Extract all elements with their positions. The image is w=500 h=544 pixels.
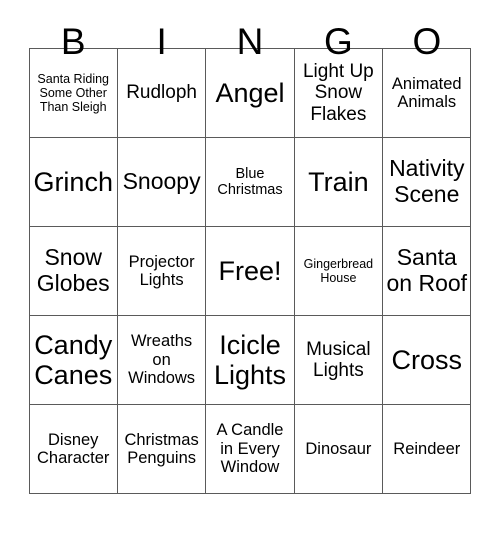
- bingo-cell[interactable]: Icicle Lights: [205, 315, 295, 405]
- bingo-row: Grinch Snoopy Blue Christmas Train Nativ…: [28, 137, 472, 227]
- bingo-cell-label: Grinch: [33, 166, 113, 197]
- bingo-cell[interactable]: Grinch: [28, 137, 118, 227]
- bingo-cell[interactable]: Train: [293, 137, 384, 227]
- bingo-cell-label: Free!: [218, 255, 282, 286]
- bingo-row: Disney Character Christmas Penguins A Ca…: [28, 404, 472, 494]
- bingo-cell[interactable]: Santa on Roof: [382, 226, 472, 316]
- bingo-cell[interactable]: Nativity Scene: [382, 137, 472, 227]
- bingo-cell-label: Blue Christmas: [217, 165, 283, 198]
- bingo-cell[interactable]: Disney Character: [28, 404, 118, 494]
- header-letter-b: B: [60, 21, 86, 62]
- bingo-header: B I N G O: [29, 0, 471, 62]
- bingo-card: B I N G O Santa Riding Some Other Than S…: [0, 0, 500, 544]
- bingo-cell[interactable]: Dinosaur: [293, 404, 384, 494]
- bingo-cell-label: Icicle Lights: [213, 329, 287, 390]
- bingo-cell-label: Dinosaur: [305, 439, 372, 458]
- bingo-cell-label: Projector Lights: [128, 252, 195, 289]
- bingo-cell-label: Christmas Penguins: [124, 430, 199, 467]
- bingo-cell-label: Rudloph: [126, 82, 197, 104]
- bingo-cell[interactable]: Christmas Penguins: [116, 404, 207, 494]
- bingo-cell[interactable]: Snoopy: [116, 137, 207, 227]
- bingo-cell-label: Musical Lights: [306, 338, 371, 381]
- header-letter-i: I: [156, 21, 167, 62]
- bingo-cell-label: Snow Globes: [36, 244, 110, 296]
- bingo-row: Snow Globes Projector Lights Free! Ginge…: [28, 226, 472, 316]
- bingo-cell[interactable]: Projector Lights: [116, 226, 207, 316]
- bingo-cell-label: Animated Animals: [391, 74, 462, 111]
- bingo-cell-label: Snoopy: [122, 168, 201, 195]
- bingo-cell[interactable]: Cross: [382, 315, 472, 405]
- bingo-cell[interactable]: Snow Globes: [28, 226, 118, 316]
- bingo-cell-free[interactable]: Free!: [205, 226, 295, 316]
- bingo-cell-label: Candy Canes: [34, 329, 113, 390]
- bingo-cell-label: Disney Character: [36, 430, 110, 467]
- bingo-cell-label: Light Up Snow Flakes: [302, 61, 374, 125]
- bingo-grid: Santa Riding Some Other Than Sleigh Rudl…: [28, 48, 472, 494]
- bingo-cell-label: Santa Riding Some Other Than Sleigh: [37, 72, 109, 114]
- bingo-cell-label: A Candle in Every Window: [216, 421, 284, 477]
- bingo-cell[interactable]: Light Up Snow Flakes: [293, 48, 384, 138]
- bingo-cell-label: Nativity Scene: [389, 155, 465, 207]
- bingo-cell-label: Cross: [391, 344, 463, 375]
- bingo-cell-label: Santa on Roof: [386, 244, 468, 296]
- bingo-cell-label: Reindeer: [393, 439, 461, 458]
- bingo-cell[interactable]: Blue Christmas: [205, 137, 295, 227]
- bingo-cell[interactable]: Reindeer: [382, 404, 472, 494]
- header-letter-n: N: [236, 21, 264, 62]
- bingo-cell[interactable]: Candy Canes: [28, 315, 118, 405]
- header-letter-o: O: [412, 21, 442, 62]
- bingo-cell[interactable]: Gingerbread House: [293, 226, 384, 316]
- bingo-cell-label: Train: [308, 166, 369, 197]
- bingo-cell[interactable]: Wreaths on Windows: [116, 315, 207, 405]
- bingo-cell-label: Wreaths on Windows: [128, 332, 196, 388]
- bingo-cell[interactable]: A Candle in Every Window: [205, 404, 295, 494]
- bingo-row: Candy Canes Wreaths on Windows Icicle Li…: [28, 315, 472, 405]
- bingo-cell-label: Angel: [215, 77, 285, 108]
- bingo-cell-label: Gingerbread House: [303, 257, 374, 285]
- bingo-cell[interactable]: Musical Lights: [293, 315, 384, 405]
- header-letter-g: G: [324, 21, 353, 62]
